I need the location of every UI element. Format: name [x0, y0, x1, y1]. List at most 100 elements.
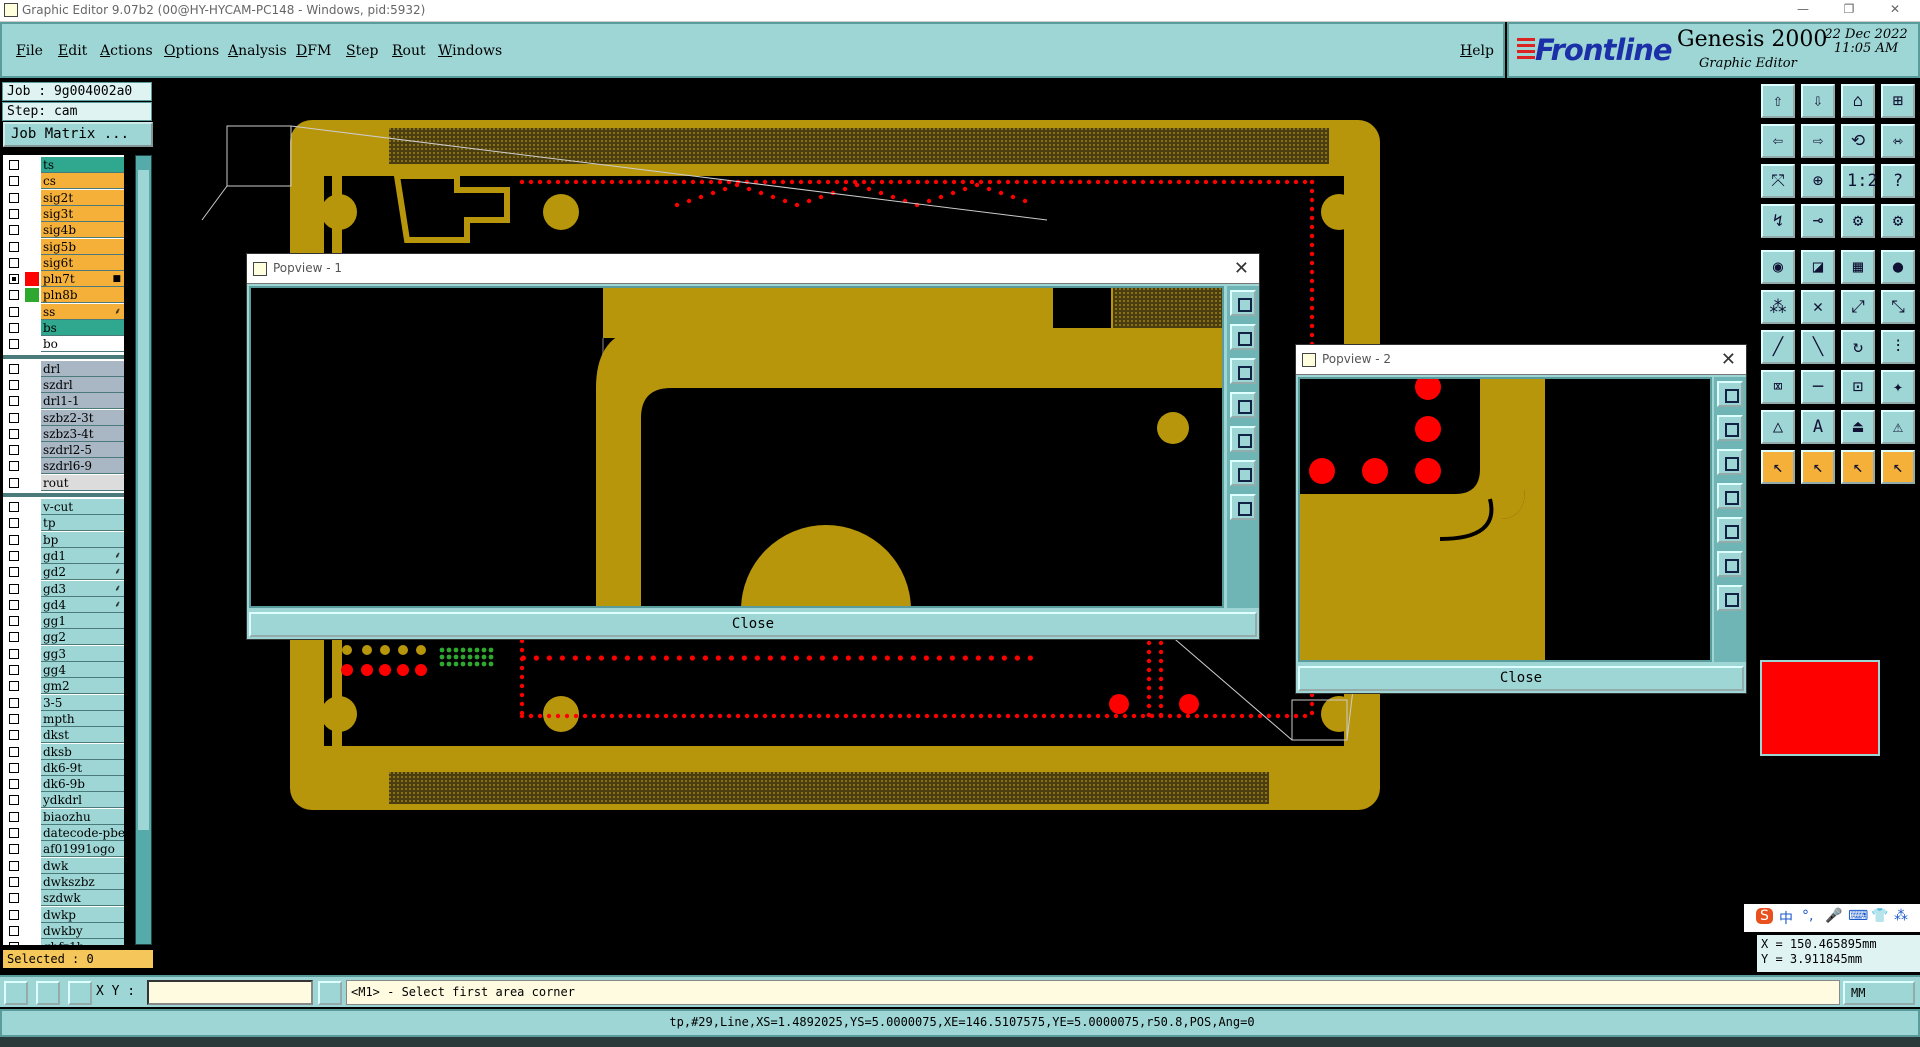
- ime-icon[interactable]: ⁂: [1894, 908, 1908, 924]
- layer-checkbox[interactable]: [9, 323, 19, 333]
- layer-row[interactable]: biaozhu: [3, 808, 124, 825]
- layer-checkbox[interactable]: [9, 412, 19, 423]
- menu-dfm[interactable]: DFM: [296, 43, 331, 59]
- layer-name[interactable]: gbfz1b: [41, 939, 124, 945]
- popview-pan-left-icon[interactable]: [1230, 392, 1256, 418]
- undo-view-tool-icon[interactable]: ⟲: [1841, 124, 1875, 158]
- layer-name[interactable]: biaozhu: [41, 808, 124, 825]
- menu-rout[interactable]: Rout: [392, 43, 426, 59]
- layer-row[interactable]: szdrl2-5: [3, 442, 124, 459]
- layer-name[interactable]: sig2t: [41, 189, 124, 206]
- layer-checkbox[interactable]: [9, 534, 19, 545]
- popview-zoom-out-icon[interactable]: [1717, 551, 1743, 577]
- layer-name[interactable]: gg3: [41, 645, 124, 662]
- layer-checkbox[interactable]: [9, 665, 19, 675]
- layer-name[interactable]: datecode-pbe: [41, 825, 124, 841]
- layer-name[interactable]: ts: [41, 157, 124, 173]
- layer-name[interactable]: gd2 ⸙: [41, 564, 124, 581]
- layer-row[interactable]: szdrl6-9: [3, 458, 124, 475]
- layer-row[interactable]: gg2: [3, 629, 124, 646]
- layer-row[interactable]: sig6t: [3, 254, 124, 271]
- popview-2-close-button[interactable]: Close: [1298, 666, 1744, 691]
- layer-checkbox[interactable]: [9, 583, 19, 594]
- connect-tool-icon[interactable]: ⤢: [1841, 290, 1875, 324]
- route-tool-icon[interactable]: ⁂: [1761, 290, 1795, 324]
- layer-name[interactable]: szdwk: [41, 890, 124, 907]
- snap-tool-icon[interactable]: ↯: [1761, 204, 1795, 238]
- layer-name[interactable]: dwkp: [41, 906, 124, 923]
- layer-row[interactable]: ydkdrl: [3, 792, 124, 809]
- line-del-tool-icon[interactable]: ╲: [1801, 330, 1835, 364]
- layer-checkbox[interactable]: [9, 762, 19, 773]
- warn-tool-icon[interactable]: ⚠: [1881, 410, 1915, 444]
- layer-name[interactable]: bp: [41, 531, 124, 548]
- layer-checkbox[interactable]: [9, 477, 19, 488]
- minimize-button[interactable]: —: [1788, 2, 1818, 20]
- layer-row[interactable]: szbz2-3t: [3, 409, 124, 426]
- layer-checkbox[interactable]: [9, 339, 19, 350]
- layer-row[interactable]: drl: [3, 360, 124, 377]
- layer-name[interactable]: pln8b: [41, 287, 124, 304]
- ime-icon[interactable]: °,: [1802, 908, 1813, 924]
- ime-icon[interactable]: 👕: [1871, 908, 1888, 924]
- fit-tool-icon[interactable]: ⇿: [1881, 124, 1915, 158]
- record-tool-icon[interactable]: ◉: [1761, 250, 1795, 284]
- layer-row[interactable]: pln7t ■: [3, 271, 124, 288]
- ime-icon[interactable]: 中: [1779, 908, 1793, 928]
- popview-zoom-home-icon[interactable]: [1717, 381, 1743, 407]
- layer-checkbox[interactable]: [9, 379, 19, 390]
- layer-name[interactable]: gd3 ⸙: [41, 580, 124, 597]
- layer-name[interactable]: szdrl6-9: [41, 458, 124, 475]
- layer-row[interactable]: szdwk: [3, 890, 124, 907]
- layer-row[interactable]: gm2: [3, 678, 124, 695]
- layer-row[interactable]: ss ⸙: [3, 303, 124, 320]
- layer-row[interactable]: dwkby: [3, 922, 124, 939]
- layer-name[interactable]: af01991ogo: [41, 841, 124, 858]
- layer-row[interactable]: bs: [3, 320, 124, 336]
- layer-checkbox[interactable]: [9, 257, 19, 268]
- prompt-marker-icon[interactable]: [318, 981, 342, 1005]
- layer-checkbox[interactable]: [9, 208, 19, 219]
- layer-name[interactable]: ydkdrl: [41, 792, 124, 809]
- layer-checkbox[interactable]: [9, 567, 19, 578]
- ime-icon[interactable]: ⌨: [1848, 908, 1868, 924]
- layer-checkbox[interactable]: [9, 942, 19, 945]
- popview-2-close-icon[interactable]: ✕: [1721, 349, 1736, 370]
- scrollbar-thumb[interactable]: [138, 170, 149, 830]
- popview-pan-up-icon[interactable]: [1717, 415, 1743, 441]
- layer-name[interactable]: tp: [41, 515, 124, 532]
- layer-checkbox[interactable]: [9, 909, 19, 920]
- layer-name[interactable]: dksb: [41, 743, 124, 760]
- layer-checkbox[interactable]: [9, 925, 19, 936]
- measure-tool-icon[interactable]: ⊸: [1801, 204, 1835, 238]
- layer-row[interactable]: bo: [3, 336, 124, 353]
- layer-checkbox[interactable]: [9, 811, 19, 822]
- layer-row[interactable]: v-cut: [3, 499, 124, 515]
- layer-name[interactable]: gd4 ⸙: [41, 596, 124, 613]
- menu-edit[interactable]: Edit: [58, 43, 87, 59]
- popview-zoom-home-icon[interactable]: [1230, 290, 1256, 316]
- layer-name[interactable]: bo: [41, 336, 124, 353]
- layer-checkbox[interactable]: [9, 225, 19, 236]
- layer-name[interactable]: mpth: [41, 710, 124, 727]
- menu-help[interactable]: Help: [1460, 43, 1494, 59]
- layer-row[interactable]: gbfz1b: [3, 939, 124, 945]
- layer-row[interactable]: bp: [3, 531, 124, 548]
- layer-row[interactable]: cs: [3, 173, 124, 190]
- line-add-tool-icon[interactable]: ╱: [1761, 330, 1795, 364]
- layer-checkbox[interactable]: [9, 713, 19, 724]
- split-tool-icon[interactable]: ⤡: [1881, 290, 1915, 324]
- layer-row[interactable]: gg1: [3, 613, 124, 630]
- layer-checkbox[interactable]: [9, 616, 19, 627]
- select2-tool-icon[interactable]: ↖: [1801, 450, 1835, 484]
- layer-name[interactable]: szdrl2-5: [41, 442, 124, 459]
- layer-checkbox[interactable]: [9, 502, 19, 512]
- layer-checkbox[interactable]: [9, 396, 19, 407]
- layer-row[interactable]: gd3 ⸙: [3, 580, 124, 597]
- scale-tool-icon[interactable]: 1:2: [1841, 164, 1878, 198]
- layer-checkbox[interactable]: [9, 860, 19, 871]
- layer-row[interactable]: szbz3-4t: [3, 425, 124, 442]
- layer-name[interactable]: ss ⸙: [41, 303, 124, 320]
- layer-name[interactable]: bs: [41, 320, 124, 336]
- layer-checkbox[interactable]: [9, 550, 19, 561]
